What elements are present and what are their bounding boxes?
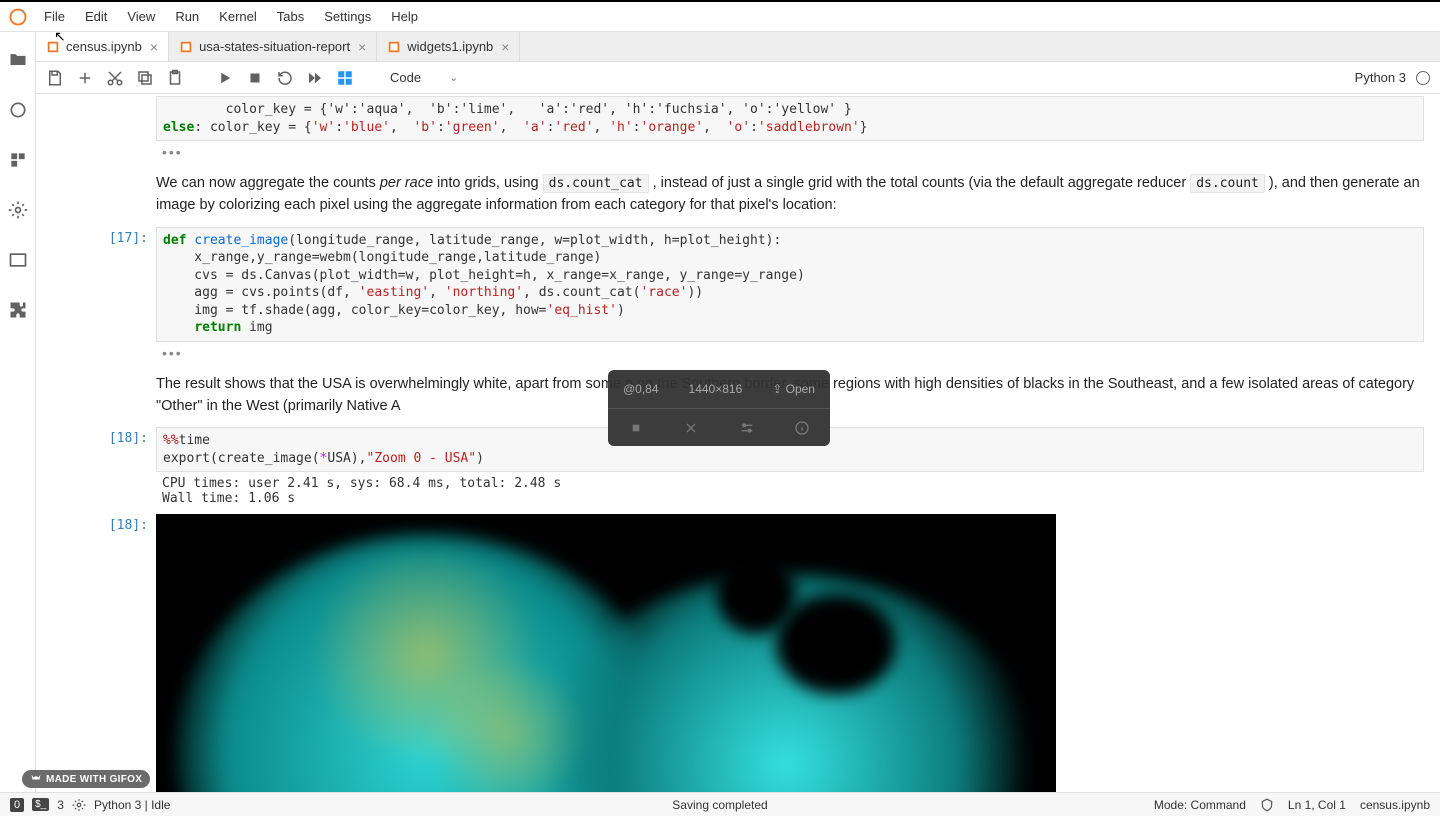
terminal-icon[interactable]: $_	[32, 798, 49, 811]
restart-button[interactable]	[276, 69, 294, 87]
menu-tabs[interactable]: Tabs	[267, 5, 314, 28]
chevron-down-icon: ⌄	[449, 71, 458, 84]
run-button[interactable]	[216, 69, 234, 87]
status-mode: Mode: Command	[1154, 798, 1246, 812]
code-cell-partial: color_key = {'w':'aqua', 'b':'lime', 'a'…	[36, 94, 1424, 165]
notebook-icon	[179, 40, 193, 54]
tab-label: census.ipynb	[66, 39, 142, 54]
cell-type-value: Code	[390, 70, 421, 85]
window-icon[interactable]	[8, 250, 28, 270]
status-filename: census.ipynb	[1360, 798, 1430, 812]
kernel-status-icon[interactable]	[1416, 71, 1430, 85]
stop-square-icon[interactable]	[628, 420, 644, 436]
output-prompt: [18]:	[36, 514, 156, 792]
menu-file[interactable]: File	[34, 5, 75, 28]
menu-kernel[interactable]: Kernel	[209, 5, 267, 28]
markdown-text: We can now aggregate the counts per race…	[156, 167, 1424, 223]
tab-widgets1[interactable]: widgets1.ipynb ×	[377, 32, 520, 61]
markdown-cell: We can now aggregate the counts per race…	[36, 165, 1424, 225]
output-cell-18: [18]:	[36, 512, 1424, 792]
output-image	[156, 514, 1056, 792]
menu-bar: File Edit View Run Kernel Tabs Settings …	[0, 2, 1440, 32]
overlay-dims: 1440×816	[689, 382, 743, 396]
output-text: CPU times: user 2.41 s, sys: 68.4 ms, to…	[156, 472, 1424, 510]
menu-help[interactable]: Help	[381, 5, 428, 28]
cell-type-select[interactable]: Code ⌄	[386, 70, 462, 85]
save-button[interactable]	[46, 69, 64, 87]
tab-label: usa-states-situation-report	[199, 39, 350, 54]
status-message: Saving completed	[672, 798, 767, 812]
overlay-open[interactable]: ⇪ Open	[772, 382, 815, 396]
tab-bar: census.ipynb × usa-states-situation-repo…	[36, 32, 1440, 62]
status-count[interactable]: 0	[10, 798, 24, 812]
cell-prompt: [17]:	[36, 227, 156, 364]
tab-usa-states[interactable]: usa-states-situation-report ×	[169, 32, 377, 61]
folder-icon[interactable]	[8, 50, 28, 70]
close-icon[interactable]: ×	[148, 39, 160, 55]
code-editor[interactable]: color_key = {'w':'aqua', 'b':'lime', 'a'…	[156, 96, 1424, 141]
notebook-icon	[387, 40, 401, 54]
puzzle-icon[interactable]	[8, 300, 28, 320]
stop-button[interactable]	[246, 69, 264, 87]
status-lncol: Ln 1, Col 1	[1288, 798, 1346, 812]
close-icon[interactable]: ×	[356, 39, 368, 55]
copy-button[interactable]	[136, 69, 154, 87]
run-all-button[interactable]	[306, 69, 324, 87]
ellipsis-icon[interactable]: •••	[156, 342, 1424, 364]
ellipsis-icon[interactable]: •••	[156, 141, 1424, 163]
fox-icon	[30, 773, 42, 785]
commands-icon[interactable]	[8, 150, 28, 170]
screenshot-overlay: @0,84 1440×816 ⇪ Open	[608, 370, 830, 446]
shield-icon	[1260, 798, 1274, 812]
menu-view[interactable]: View	[117, 5, 165, 28]
notebook-toolbar: Code ⌄ Python 3	[36, 62, 1440, 94]
tab-label: widgets1.ipynb	[407, 39, 493, 54]
tab-census[interactable]: census.ipynb ×	[36, 32, 169, 61]
menu-edit[interactable]: Edit	[75, 5, 117, 28]
left-sidebar	[0, 32, 36, 792]
code-cell-17: [17]: def create_image(longitude_range, …	[36, 225, 1424, 366]
running-icon[interactable]	[8, 100, 28, 120]
code-editor[interactable]: def create_image(longitude_range, latitu…	[156, 227, 1424, 342]
overlay-coords: @0,84	[623, 382, 659, 396]
gear-icon[interactable]	[72, 798, 86, 812]
notebook-icon	[46, 40, 60, 54]
insert-cell-button[interactable]	[76, 69, 94, 87]
sliders-icon[interactable]	[739, 420, 755, 436]
menu-settings[interactable]: Settings	[314, 5, 381, 28]
status-term-count: 3	[57, 798, 64, 812]
close-icon[interactable]	[683, 420, 699, 436]
gear-icon[interactable]	[8, 200, 28, 220]
cut-button[interactable]	[106, 69, 124, 87]
status-kernel: Python 3 | Idle	[94, 798, 171, 812]
jupyter-logo	[6, 5, 30, 29]
cell-prompt	[36, 96, 156, 163]
kernel-name[interactable]: Python 3	[1355, 70, 1406, 85]
made-with-badge: MADE WITH GIFOX	[22, 770, 150, 788]
menu-run[interactable]: Run	[165, 5, 209, 28]
info-icon[interactable]	[794, 420, 810, 436]
paste-button[interactable]	[166, 69, 184, 87]
cell-prompt: [18]:	[36, 427, 156, 510]
render-button[interactable]	[336, 69, 354, 87]
status-bar: 0 $_ 3 Python 3 | Idle Saving completed …	[0, 792, 1440, 816]
close-icon[interactable]: ×	[499, 39, 511, 55]
